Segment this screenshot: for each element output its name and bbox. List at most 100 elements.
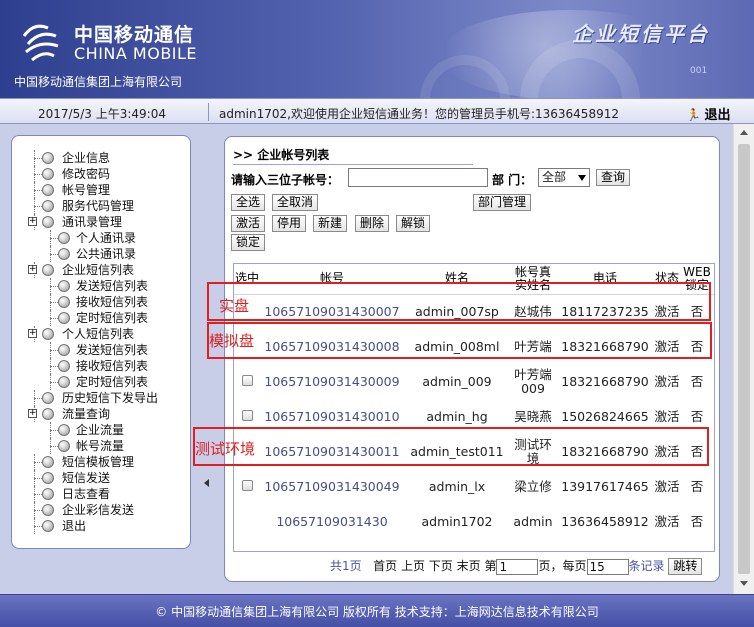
node-bullet-icon: [58, 424, 70, 436]
expand-plus-icon[interactable]: +: [28, 217, 37, 226]
disable-button[interactable]: 停用: [272, 215, 307, 232]
annotation-box-test-env: [193, 427, 709, 466]
row-checkbox[interactable]: [241, 409, 253, 421]
web-lock-cell: 否: [690, 373, 704, 389]
sidebar-item-label: 服务代码管理: [62, 199, 135, 213]
subaccount-search-input[interactable]: [348, 168, 488, 187]
sidebar-item[interactable]: 发送短信列表: [28, 278, 190, 294]
expand-plus-icon[interactable]: +: [28, 265, 37, 274]
expand-plus-icon[interactable]: +: [28, 329, 37, 338]
sidebar-item[interactable]: 帐号流量: [28, 438, 190, 454]
dept-select[interactable]: 全部: [538, 168, 590, 187]
pager-next[interactable]: 下页: [429, 559, 453, 573]
sidebar-item[interactable]: 企业信息: [28, 150, 190, 166]
logout-link[interactable]: 🏃 退出: [686, 104, 731, 123]
pager-last[interactable]: 末页: [457, 559, 481, 573]
dept-manage-button[interactable]: 部门管理: [473, 194, 532, 211]
sidebar-item[interactable]: 定时短信列表: [28, 310, 190, 326]
pager-prev[interactable]: 上页: [401, 559, 425, 573]
page-number-input[interactable]: 1: [496, 558, 539, 575]
pager-total: 共1页: [330, 559, 362, 573]
node-bullet-icon: [42, 328, 54, 340]
lock-button[interactable]: 锁定: [231, 234, 266, 251]
table-row: 10657109031430 admin1702 admin 13636458912 激…: [234, 504, 714, 539]
query-button[interactable]: 查询: [596, 169, 631, 186]
sidebar-item[interactable]: + 通讯录管理: [28, 214, 190, 230]
account-cell[interactable]: 10657109031430049: [260, 469, 404, 504]
expand-plus-icon[interactable]: +: [28, 409, 37, 418]
node-bullet-icon: [58, 440, 70, 452]
sidebar-item[interactable]: 短信发送: [28, 470, 190, 486]
node-bullet-icon: [42, 392, 54, 404]
sidebar-item-label: 发送短信列表: [76, 279, 149, 293]
sidebar-item[interactable]: 服务代码管理: [28, 198, 190, 214]
node-bullet-icon: [42, 488, 54, 500]
sidebar-item-label: 历史短信下发导出: [62, 391, 159, 405]
per-page-input[interactable]: 15: [586, 558, 629, 575]
real-name-cell: 叶芳端009: [514, 366, 552, 396]
row-checkbox[interactable]: [241, 479, 253, 491]
pager-per-page-suffix: 条记录: [628, 559, 665, 573]
brand-name-en: CHINA MOBILE: [74, 44, 198, 63]
sidebar-item[interactable]: 公共通讯录: [28, 246, 190, 262]
sidebar-item-label: 帐号流量: [76, 439, 125, 453]
node-bullet-icon: [42, 200, 54, 212]
header-banner: 中国移动通信 CHINA MOBILE 中国移动通信集团上海有限公司 企业短信平…: [0, 0, 754, 98]
node-bullet-icon: [58, 376, 70, 388]
account-cell[interactable]: 10657109031430: [260, 504, 404, 539]
sidebar-item[interactable]: 企业流量: [28, 422, 190, 438]
sidebar-item[interactable]: 退出: [28, 518, 190, 534]
sidebar-item[interactable]: 个人通讯录: [28, 230, 190, 246]
sidebar-item[interactable]: 企业彩信发送: [28, 502, 190, 518]
sidebar-item-label: 个人通讯录: [76, 231, 137, 245]
sidebar-item[interactable]: 历史短信下发导出: [28, 390, 190, 406]
title-underline: [233, 164, 473, 165]
select-cell: [234, 364, 260, 399]
sidebar-item-label: 通讯录管理: [62, 215, 123, 229]
pager-first[interactable]: 首页: [373, 559, 397, 573]
dept-label: 部 门：: [492, 173, 533, 187]
annotation-box-live: [207, 282, 711, 321]
sidebar-item[interactable]: 修改密码: [28, 166, 190, 182]
sidebar-item[interactable]: + 企业短信列表: [28, 262, 190, 278]
sidebar-item[interactable]: + 流量查询: [28, 406, 190, 422]
sidebar-item[interactable]: 短信模板管理: [28, 454, 190, 470]
sidebar-item[interactable]: 定时短信列表: [28, 374, 190, 390]
phone-cell: 13636458912: [561, 513, 649, 529]
create-button[interactable]: 新建: [313, 215, 348, 232]
unlock-button[interactable]: 解锁: [396, 215, 431, 232]
row-checkbox[interactable]: [241, 374, 253, 386]
pane-splitter[interactable]: [203, 124, 211, 594]
account-cell[interactable]: 10657109031430009: [260, 364, 404, 399]
sidebar-item[interactable]: 接收短信列表: [28, 358, 190, 374]
collapse-arrow-icon[interactable]: [204, 479, 209, 487]
sidebar-item[interactable]: 发送短信列表: [28, 342, 190, 358]
sidebar-item-label: 公共通讯录: [76, 247, 137, 261]
delete-button[interactable]: 删除: [355, 215, 390, 232]
go-page-button[interactable]: 跳转: [668, 558, 703, 575]
footer-copyright: © 中国移动通信集团上海有限公司 版权所有 技术支持：上海网达信息技术有限公司: [155, 605, 599, 619]
pager-page-suffix: 页，每页: [538, 559, 587, 573]
node-bullet-icon: [58, 280, 70, 292]
scroll-down-icon[interactable]: [740, 581, 748, 586]
logout-label: 退出: [704, 108, 731, 123]
vertical-scrollbar[interactable]: [733, 124, 754, 594]
table-row: 10657109031430049 admin_lx 梁立修 13917617465 激…: [234, 469, 714, 504]
sidebar-item-label: 企业流量: [76, 423, 125, 437]
annotation-box-simulated: [207, 322, 712, 359]
search-label: 请输入三位子帐号：: [231, 173, 340, 187]
table-row: 10657109031430009 admin_009 叶芳端009 18321668…: [234, 364, 714, 399]
sidebar-item[interactable]: 接收短信列表: [28, 294, 190, 310]
select-all-button[interactable]: 全选: [231, 194, 266, 211]
sidebar-item-label: 个人短信列表: [62, 327, 135, 341]
deselect-all-button[interactable]: 全取消: [272, 194, 319, 211]
scroll-up-icon[interactable]: [740, 130, 748, 135]
node-bullet-icon: [42, 472, 54, 484]
welcome-message: admin1702,欢迎使用企业短信通业务！您的管理员手机号:136364589…: [219, 107, 619, 121]
activate-button[interactable]: 激活: [231, 215, 266, 232]
sidebar-item[interactable]: + 个人短信列表: [28, 326, 190, 342]
sidebar-item[interactable]: 日志查看: [28, 486, 190, 502]
node-bullet-icon: [42, 184, 54, 196]
sidebar-item[interactable]: 帐号管理: [28, 182, 190, 198]
scroll-thumb[interactable]: [738, 144, 750, 574]
